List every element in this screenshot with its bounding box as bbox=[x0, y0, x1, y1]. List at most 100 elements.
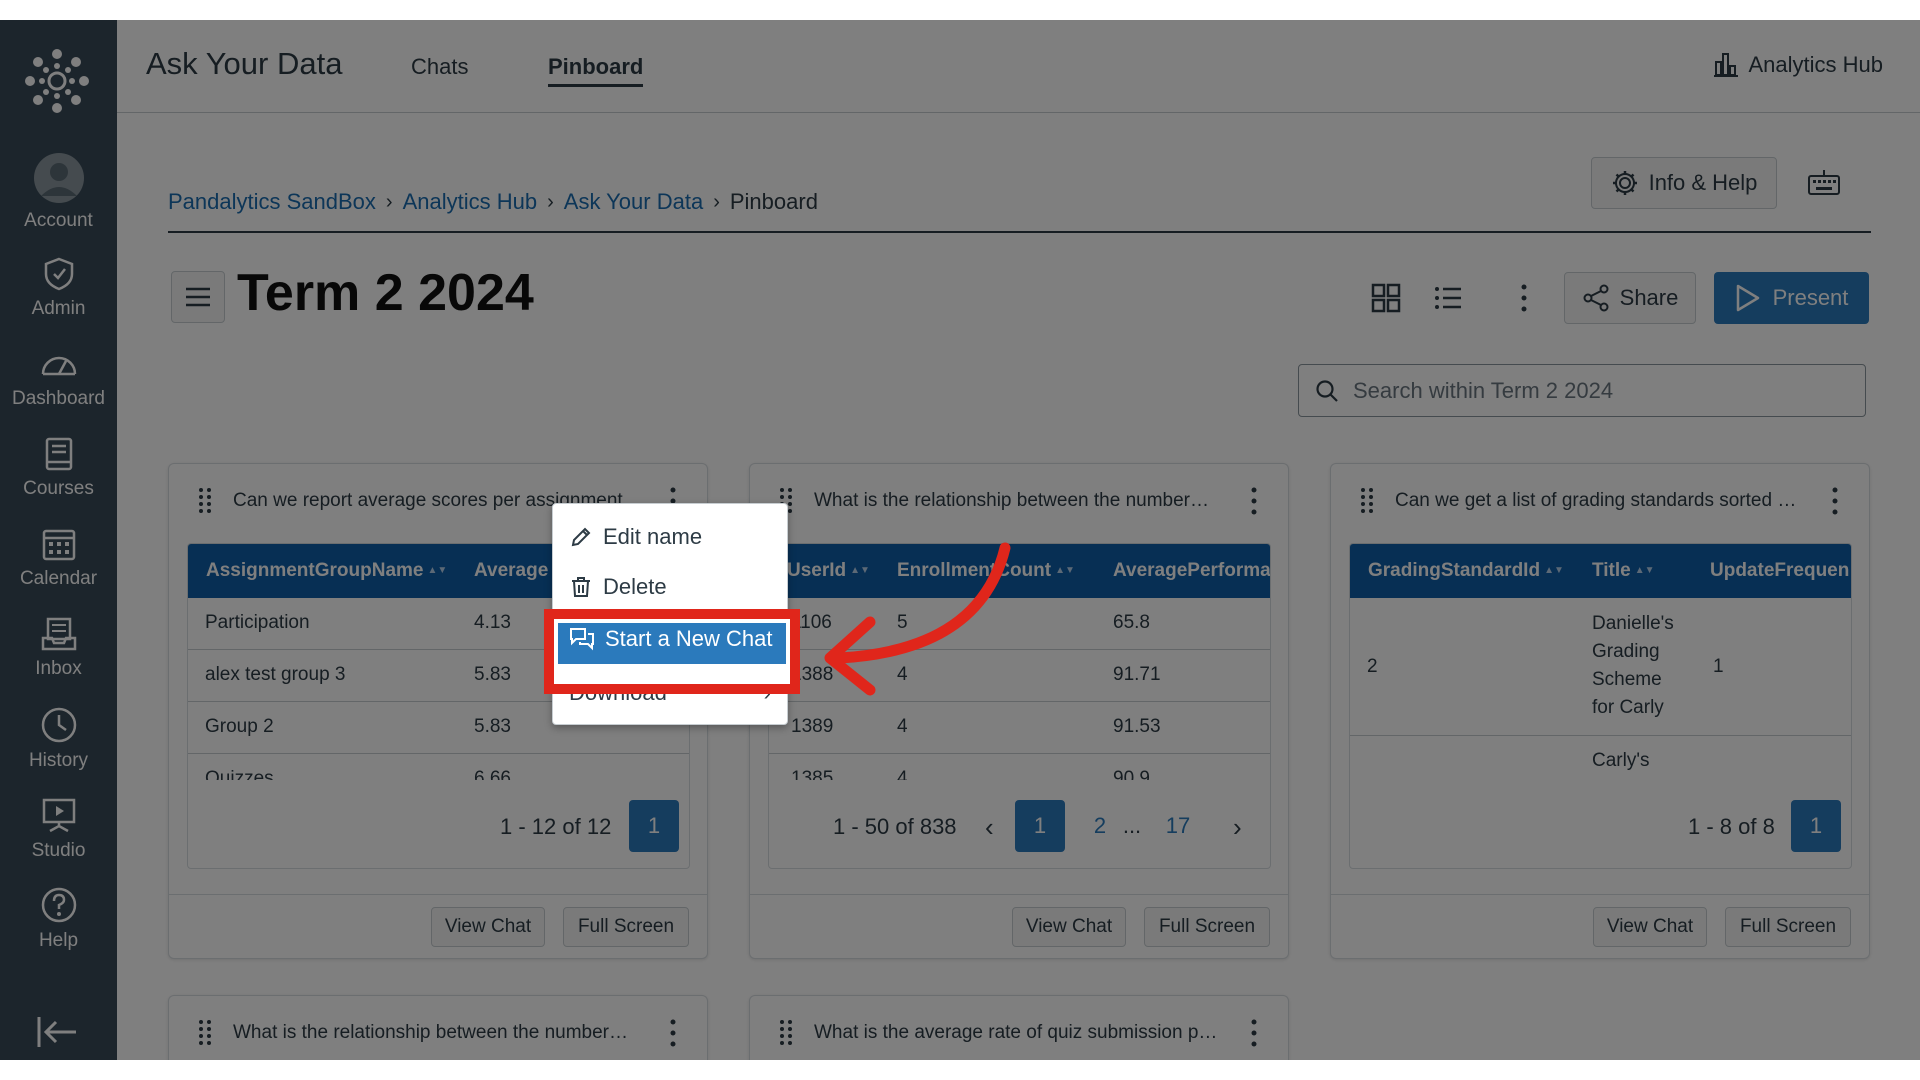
page-button[interactable]: 1 bbox=[629, 800, 679, 852]
table-row: 2 Danielle's Grading Scheme for Carly 1 bbox=[1350, 598, 1851, 736]
page-button[interactable]: 1 bbox=[1791, 800, 1841, 852]
share-icon bbox=[1583, 284, 1609, 312]
nav-account-label: Account bbox=[24, 210, 93, 231]
tab-chats[interactable]: Chats bbox=[411, 54, 468, 80]
pinboard-list-toggle-button[interactable] bbox=[171, 271, 225, 323]
header-divider bbox=[168, 231, 1871, 233]
view-chat-button[interactable]: View Chat bbox=[1012, 907, 1126, 947]
nav-calendar[interactable]: Calendar bbox=[0, 522, 117, 606]
breadcrumb-link[interactable]: Analytics Hub bbox=[403, 189, 538, 215]
page-button[interactable]: 1 bbox=[1015, 800, 1065, 852]
highlight-inner-border bbox=[554, 619, 790, 684]
nav-dashboard[interactable]: Dashboard bbox=[0, 342, 117, 426]
chevron-right-icon[interactable]: › bbox=[1233, 812, 1242, 843]
card-header: What is the relationship between the num… bbox=[750, 464, 1288, 540]
table-cell: 1385 bbox=[791, 768, 834, 780]
tab-pinboard[interactable]: Pinboard bbox=[548, 54, 644, 87]
search-field[interactable] bbox=[1298, 364, 1866, 417]
table-cell: 5.83 bbox=[474, 664, 511, 685]
nav-studio[interactable]: Studio bbox=[0, 792, 117, 876]
info-help-label: Info & Help bbox=[1648, 170, 1758, 195]
table-cell: 4.13 bbox=[474, 612, 511, 633]
drag-handle-icon[interactable] bbox=[1359, 486, 1375, 516]
menu-item-delete[interactable]: Delete bbox=[553, 562, 789, 612]
full-screen-button[interactable]: Full Screen bbox=[563, 907, 689, 947]
nav-admin[interactable]: Admin bbox=[0, 252, 117, 336]
drag-handle-icon[interactable] bbox=[197, 486, 213, 516]
calendar-icon bbox=[42, 529, 75, 561]
nav-history[interactable]: History bbox=[0, 702, 117, 786]
info-help-button[interactable]: Info & Help bbox=[1591, 157, 1777, 209]
table-cell: 6.66 bbox=[474, 768, 511, 780]
nav-courses[interactable]: Courses bbox=[0, 432, 117, 516]
nav-help-label: Help bbox=[38, 930, 79, 951]
pagination-info: 1 - 12 of 12 bbox=[500, 814, 612, 839]
pagination: 1 - 50 of 838 ‹ 1 2 ... 17 › bbox=[769, 800, 1270, 854]
table-cell: Danielle's Grading Scheme for Carly bbox=[1592, 613, 1674, 718]
card-table: GradingStandardId ▲▼ Title ▲▼ UpdateFreque… bbox=[1349, 543, 1852, 869]
column-header[interactable]: GradingStandardId ▲▼ bbox=[1368, 560, 1564, 582]
column-header[interactable]: Average bbox=[474, 560, 548, 582]
column-header-label: Average bbox=[474, 560, 549, 581]
canvas-logo-icon[interactable] bbox=[24, 48, 90, 114]
chevron-right-icon: › bbox=[385, 190, 393, 213]
breadcrumb-link[interactable]: Ask Your Data bbox=[564, 189, 703, 215]
breadcrumb: Pandalytics SandBox › Analytics Hub › As… bbox=[168, 189, 818, 215]
table-cell: 1389 bbox=[791, 716, 834, 737]
sort-icon: ▲▼ bbox=[1055, 565, 1075, 577]
card-title: What is the average rate of quiz submiss… bbox=[814, 1022, 1218, 1043]
column-header[interactable]: AveragePerforma bbox=[1113, 560, 1271, 582]
search-icon bbox=[1316, 379, 1338, 402]
card-header: What is the relationship between the num… bbox=[169, 996, 707, 1060]
share-button[interactable]: Share bbox=[1564, 272, 1696, 324]
table-cell: 4 bbox=[897, 768, 908, 780]
keyboard-shortcuts-icon[interactable] bbox=[1807, 167, 1841, 197]
column-header-label: AveragePerforma bbox=[1113, 560, 1271, 581]
card-options-icon[interactable] bbox=[667, 1018, 679, 1048]
menu-item-edit-name[interactable]: Edit name bbox=[553, 512, 789, 562]
drag-handle-icon[interactable] bbox=[778, 1018, 794, 1048]
page-button[interactable]: 17 bbox=[1153, 800, 1203, 852]
collapse-nav-icon[interactable] bbox=[36, 1015, 80, 1049]
table-row: Carly's bbox=[1350, 736, 1851, 780]
table-cell: 5.83 bbox=[474, 716, 511, 737]
card-header: Can we get a list of grading standards s… bbox=[1331, 464, 1869, 540]
full-screen-button[interactable]: Full Screen bbox=[1725, 907, 1851, 947]
sort-icon: ▲▼ bbox=[427, 565, 448, 577]
table-row: 1385 4 90.9 bbox=[769, 754, 1270, 780]
card-footer: View Chat Full Screen bbox=[1331, 894, 1869, 958]
present-button[interactable]: Present bbox=[1714, 272, 1869, 324]
view-chat-button[interactable]: View Chat bbox=[1593, 907, 1707, 947]
view-chat-button[interactable]: View Chat bbox=[431, 907, 545, 947]
app-root: Account Admin Dashboard Courses Calendar… bbox=[0, 20, 1920, 1060]
column-header[interactable]: Title ▲▼ bbox=[1592, 560, 1655, 582]
nav-account[interactable]: Account bbox=[0, 148, 117, 232]
nav-inbox[interactable]: Inbox bbox=[0, 612, 117, 696]
full-screen-button[interactable]: Full Screen bbox=[1144, 907, 1270, 947]
list-view-icon[interactable] bbox=[1433, 283, 1463, 313]
table-cell: 90.9 bbox=[1113, 768, 1150, 780]
column-header[interactable]: AssignmentGroupName ▲▼ bbox=[206, 560, 447, 582]
card-options-icon[interactable] bbox=[1248, 486, 1260, 516]
table-cell: Quizzes bbox=[205, 768, 274, 780]
trash-icon bbox=[572, 577, 590, 597]
table-cell: 91.71 bbox=[1113, 664, 1161, 685]
search-input[interactable] bbox=[1353, 377, 1853, 404]
analytics-hub-link[interactable]: Analytics Hub bbox=[1712, 52, 1883, 78]
more-options-icon[interactable] bbox=[1509, 283, 1539, 313]
drag-handle-icon[interactable] bbox=[197, 1018, 213, 1048]
card-options-icon[interactable] bbox=[1248, 1018, 1260, 1048]
analytics-hub-label: Analytics Hub bbox=[1748, 52, 1883, 77]
bar-chart-icon bbox=[1714, 53, 1739, 77]
chevron-left-icon[interactable]: ‹ bbox=[985, 812, 994, 843]
column-header[interactable]: UpdateFrequen bbox=[1710, 560, 1849, 582]
pin-card: What is the average rate of quiz submiss… bbox=[749, 995, 1289, 1060]
card-options-icon[interactable] bbox=[1829, 486, 1841, 516]
global-nav: Account Admin Dashboard Courses Calendar… bbox=[0, 20, 117, 1060]
nav-help[interactable]: Help bbox=[0, 882, 117, 966]
nav-calendar-label: Calendar bbox=[19, 568, 98, 589]
table-row: Quizzes 6.66 bbox=[188, 754, 689, 780]
breadcrumb-link[interactable]: Pandalytics SandBox bbox=[168, 189, 376, 215]
column-header-label: GradingStandardId bbox=[1368, 560, 1541, 581]
grid-view-icon[interactable] bbox=[1371, 283, 1401, 313]
